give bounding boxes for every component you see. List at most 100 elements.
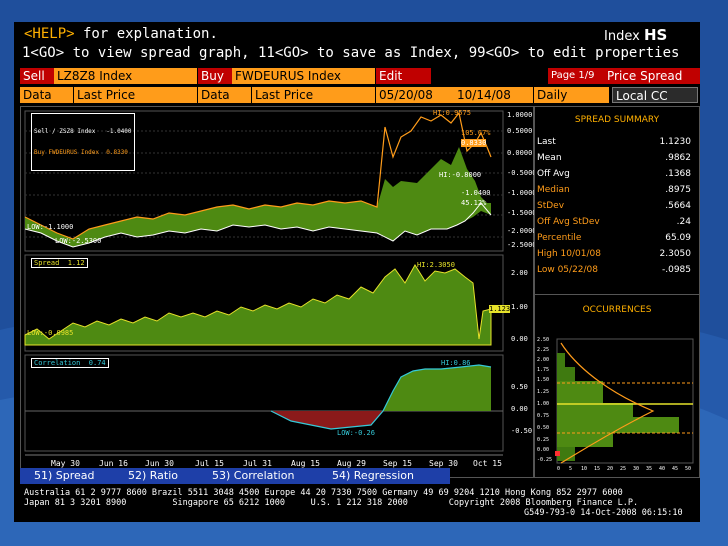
index-label: Index bbox=[604, 29, 640, 44]
panel1-hi-label: HI:0.9575 bbox=[433, 109, 471, 117]
sell-security-field[interactable]: LZ8Z8 Index bbox=[54, 68, 197, 84]
summary-value: 1.1230 bbox=[659, 137, 692, 147]
panel1-legend-buy: Buy FWDEURUS Index 0.8330 bbox=[34, 149, 128, 156]
summary-label: Off Avg bbox=[537, 169, 570, 179]
edit-button[interactable]: Edit bbox=[376, 68, 431, 84]
y-tick: 0.50 bbox=[511, 383, 528, 391]
index-code: HS bbox=[643, 26, 668, 44]
panel3-positive-area bbox=[383, 365, 491, 411]
x-tick: Jun 16 bbox=[99, 459, 128, 468]
y-tick: 0.00 bbox=[537, 447, 550, 453]
x-tick: Oct 15 bbox=[473, 459, 502, 468]
x-tick: Sep 15 bbox=[383, 459, 412, 468]
y-tick: 2.25 bbox=[537, 347, 550, 353]
panel2-last-value: 1.123 bbox=[489, 305, 511, 313]
spread-summary-title: SPREAD SUMMARY bbox=[574, 115, 660, 125]
end-date-field[interactable]: 10/14/08 bbox=[454, 87, 533, 103]
x-tick: Sep 30 bbox=[429, 459, 458, 468]
data-label-buy: Data bbox=[198, 87, 251, 103]
x-tick: 30 bbox=[633, 466, 640, 472]
y-tick: 0.00 bbox=[511, 335, 528, 343]
summary-row: Percentile 65.09 bbox=[537, 233, 695, 247]
summary-row: High 10/01/08 2.3050 bbox=[537, 249, 695, 263]
buy-security-field[interactable]: FWDEURUS Index bbox=[232, 68, 375, 84]
y-tick: -0.25 bbox=[537, 457, 553, 463]
footer-contacts-line1: Australia 61 2 9777 8600 Brazil 5511 304… bbox=[24, 488, 623, 498]
summary-row: Off Avg .1368 bbox=[537, 169, 695, 183]
x-tick: Jul 15 bbox=[195, 459, 224, 468]
y-tick: 0.5000 bbox=[507, 127, 533, 135]
page-title: Price Spread bbox=[604, 68, 700, 84]
index-function-title: Index HS bbox=[604, 26, 667, 44]
y-tick: 1.00 bbox=[537, 401, 550, 407]
panel1-legend: Sell / ZSZ8 Index -1.0400 Buy FWDEURUS I… bbox=[31, 113, 135, 171]
currency-field[interactable]: Local CC bbox=[612, 87, 698, 103]
x-tick: 40 bbox=[659, 466, 666, 472]
summary-row: Low 05/22/08 -.0985 bbox=[537, 265, 695, 279]
bloomberg-terminal-window: <HELP> for explanation. Index HS 1<GO> t… bbox=[14, 22, 700, 522]
y-tick: -0.50 bbox=[511, 427, 533, 435]
y-tick: -0.5000 bbox=[507, 169, 537, 177]
y-tick: 1.75 bbox=[537, 367, 550, 373]
x-tick: 5 bbox=[569, 466, 573, 472]
summary-value: .5664 bbox=[665, 201, 691, 211]
summary-label: Off Avg StDev bbox=[537, 217, 600, 227]
x-tick: 50 bbox=[685, 466, 692, 472]
panel1-legend-sell: Sell / ZSZ8 Index -1.0400 bbox=[34, 128, 132, 135]
tab-spread[interactable]: 51) Spread bbox=[20, 468, 126, 484]
panel1-pct2-label: 45.12% bbox=[461, 199, 487, 207]
summary-label: StDev bbox=[537, 201, 565, 211]
y-tick: -2.5000 bbox=[507, 241, 537, 249]
panel2-low-label: LOW:-0.0985 bbox=[27, 329, 74, 337]
occurrences-histogram bbox=[555, 338, 694, 464]
x-tick: 45 bbox=[672, 466, 679, 472]
x-tick: 0 bbox=[557, 466, 561, 472]
summary-value: 2.3050 bbox=[659, 249, 692, 259]
footer-contacts-line2: Japan 81 3 3201 8900 Singapore 65 6212 1… bbox=[24, 498, 639, 508]
summary-label: Percentile bbox=[537, 233, 582, 243]
summary-label: Median bbox=[537, 185, 570, 195]
y-tick: -1.0000 bbox=[507, 189, 537, 197]
summary-label: Last bbox=[537, 137, 556, 147]
summary-value: .9862 bbox=[665, 153, 691, 163]
summary-value: .1368 bbox=[665, 169, 691, 179]
panel2-spread-area bbox=[24, 264, 492, 346]
panel1-hi2-label: HI:-0.8000 bbox=[439, 171, 482, 179]
period-field[interactable]: Daily bbox=[534, 87, 609, 103]
y-tick: 0.75 bbox=[537, 413, 550, 419]
command-hint: 1<GO> to view spread graph, 11<GO> to sa… bbox=[22, 45, 680, 61]
y-tick: 2.00 bbox=[537, 357, 550, 363]
panel1-low2-label: LOW:-2.5300 bbox=[55, 237, 102, 245]
y-tick: 2.00 bbox=[511, 269, 528, 277]
y-tick: 1.0000 bbox=[507, 111, 533, 119]
spread-chart-area: Sell / ZSZ8 Index -1.0400 Buy FWDEURUS I… bbox=[20, 106, 537, 478]
occurrences-panel: OCCURRENCES 2.50 2.25 2.00 1.75 1.50 1.2… bbox=[534, 294, 700, 478]
tab-ratio[interactable]: 52) Ratio bbox=[114, 468, 210, 484]
data-label-sell: Data bbox=[20, 87, 73, 103]
help-key[interactable]: <HELP> bbox=[24, 26, 75, 42]
footer-timestamp: G549-793-0 14-Oct-2008 06:15:10 bbox=[524, 508, 683, 518]
summary-row: Off Avg StDev .24 bbox=[537, 217, 695, 231]
x-tick: Jun 30 bbox=[145, 459, 174, 468]
summary-value: .24 bbox=[676, 217, 691, 227]
sell-label: Sell bbox=[20, 68, 57, 84]
x-tick: 25 bbox=[620, 466, 627, 472]
summary-row: Mean .9862 bbox=[537, 153, 695, 167]
panel1-last-sell: 0.8330 bbox=[461, 139, 487, 147]
y-tick: 0.0000 bbox=[507, 149, 533, 157]
panel3-legend: Correlation 0.74 bbox=[31, 358, 109, 368]
data-field-buy[interactable]: Last Price bbox=[252, 87, 375, 103]
tab-correlation[interactable]: 53) Correlation bbox=[198, 468, 330, 484]
page-indicator: Page 1/9 bbox=[548, 68, 607, 84]
panel1-low-label: LOW:-1.1000 bbox=[27, 223, 74, 231]
help-line: <HELP> for explanation. bbox=[24, 26, 218, 42]
summary-row: Last 1.1230 bbox=[537, 137, 695, 151]
tab-regression[interactable]: 54) Regression bbox=[318, 468, 450, 484]
panel2-hi-label: HI:2.3050 bbox=[417, 261, 455, 269]
panel3-hi-label: HI:0.86 bbox=[441, 359, 471, 367]
start-date-field[interactable]: 05/20/08 bbox=[376, 87, 455, 103]
x-tick: Aug 29 bbox=[337, 459, 366, 468]
panel2-legend: Spread 1.12 bbox=[31, 258, 88, 268]
data-field-sell[interactable]: Last Price bbox=[74, 87, 197, 103]
x-tick: 35 bbox=[646, 466, 653, 472]
